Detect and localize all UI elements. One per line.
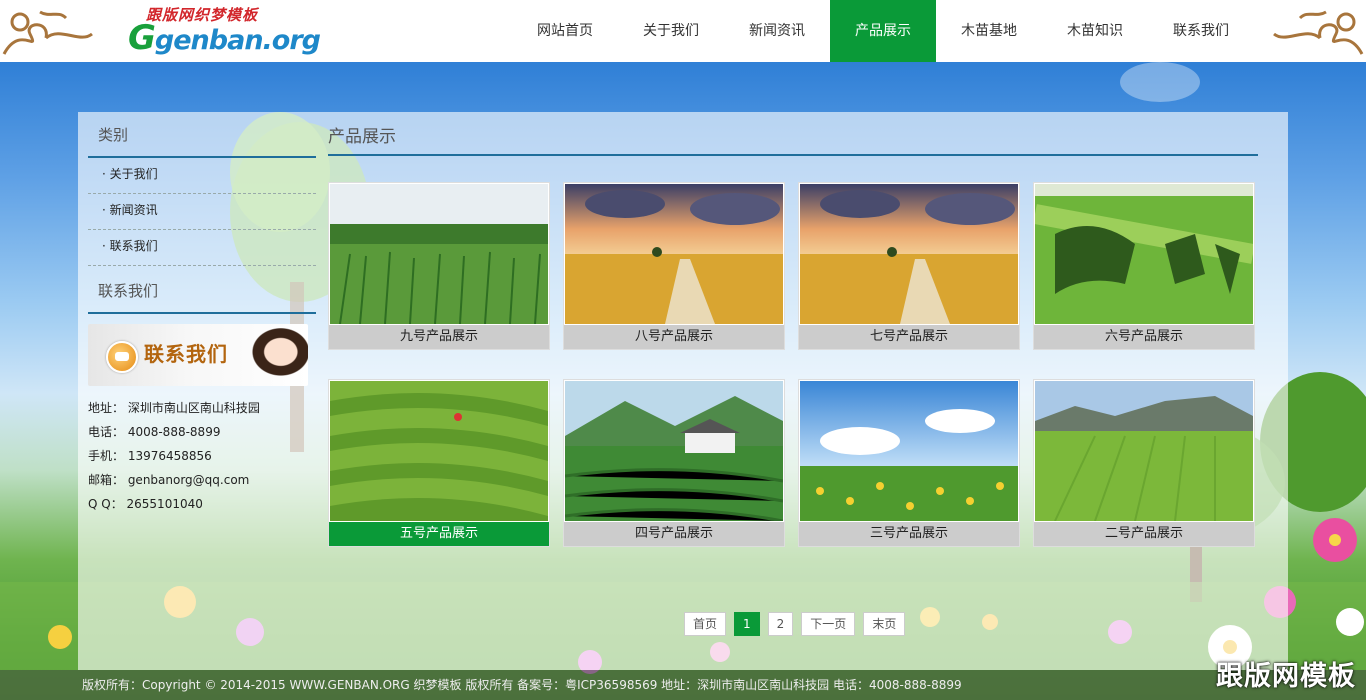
main-nav: 网站首页 关于我们 新闻资讯 产品展示 木苗基地 木苗知识 联系我们 [512, 0, 1254, 62]
content-title: 产品展示 [328, 112, 1258, 156]
content-area: 产品展示 九号产品展示 八号产品展示 七号产品展示 六号产品展示 五号产品展示 … [328, 112, 1258, 547]
product-card[interactable]: 五号产品展示 [328, 379, 550, 547]
contact-phone: 电话： 4008-888-8899 [88, 425, 221, 439]
nav-item-products[interactable]: 产品展示 [830, 0, 936, 62]
pager-next-button[interactable]: 下一页 [801, 612, 856, 636]
product-caption: 六号产品展示 [1034, 325, 1254, 349]
contact-email: 邮箱： genbanorg@qq.com [88, 473, 250, 487]
pagination: 首页 1 2 下一页 末页 [684, 612, 913, 636]
pager-page-1[interactable]: 1 [734, 612, 760, 636]
category-list: 关于我们 新闻资讯 联系我们 [88, 158, 316, 266]
product-caption: 七号产品展示 [799, 325, 1019, 349]
watermark-text: 跟版网模板 [1216, 661, 1356, 692]
product-image [800, 184, 1018, 324]
nav-item-about[interactable]: 关于我们 [618, 0, 724, 62]
site-footer: 版权所有：Copyright © 2014-2015 WWW.GENBAN.OR… [0, 670, 1366, 700]
product-image [330, 184, 548, 324]
nav-item-knowledge[interactable]: 木苗知识 [1042, 0, 1148, 62]
main-panel: 类别 关于我们 新闻资讯 联系我们 联系我们 联系我们 地址： 深圳市南山区南山… [78, 112, 1288, 670]
category-item-contact[interactable]: 联系我们 [88, 230, 316, 266]
support-agent-image [240, 324, 308, 386]
product-image [800, 381, 1018, 521]
product-caption: 九号产品展示 [329, 325, 549, 349]
nav-item-home[interactable]: 网站首页 [512, 0, 618, 62]
contact-title: 联系我们 [88, 268, 316, 314]
product-image [1035, 381, 1253, 521]
site-logo[interactable]: 跟版网织梦模板 Ggenban.org [128, 4, 321, 58]
product-card[interactable]: 二号产品展示 [1033, 379, 1255, 547]
product-image [565, 381, 783, 521]
product-caption: 八号产品展示 [564, 325, 784, 349]
product-caption: 二号产品展示 [1034, 522, 1254, 546]
contact-address: 地址： 深圳市南山区南山科技园 [88, 401, 260, 415]
contact-mobile: 手机： 13976458856 [88, 449, 212, 463]
product-card[interactable]: 八号产品展示 [563, 182, 785, 350]
product-image [565, 184, 783, 324]
contact-qq: Q Q： 2655101040 [88, 497, 203, 511]
category-item-about[interactable]: 关于我们 [88, 158, 316, 194]
product-image [1035, 184, 1253, 324]
nav-item-contact[interactable]: 联系我们 [1148, 0, 1254, 62]
pager-last-button[interactable]: 末页 [863, 612, 906, 636]
product-card[interactable]: 七号产品展示 [798, 182, 1020, 350]
product-caption: 四号产品展示 [564, 522, 784, 546]
product-card[interactable]: 六号产品展示 [1033, 182, 1255, 350]
decorative-ornament-icon [1273, 10, 1364, 55]
contact-banner: 联系我们 [88, 324, 308, 386]
site-header: 跟版网织梦模板 Ggenban.org 网站首页 关于我们 新闻资讯 产品展示 … [0, 0, 1366, 62]
product-card[interactable]: 四号产品展示 [563, 379, 785, 547]
pager-page-2[interactable]: 2 [767, 612, 794, 636]
product-card[interactable]: 三号产品展示 [798, 379, 1020, 547]
nav-item-base[interactable]: 木苗基地 [936, 0, 1042, 62]
product-caption: 三号产品展示 [799, 522, 1019, 546]
decorative-ornament-icon [2, 10, 93, 55]
phone-icon [106, 341, 138, 373]
contact-banner-text: 联系我们 [144, 342, 228, 366]
contact-info: 地址： 深圳市南山区南山科技园 电话： 4008-888-8899 手机： 13… [88, 396, 316, 516]
product-card[interactable]: 九号产品展示 [328, 182, 550, 350]
logo-english-text: Ggenban.org [128, 18, 321, 58]
footer-copyright: 版权所有：Copyright © 2014-2015 WWW.GENBAN.OR… [82, 678, 962, 692]
category-title: 类别 [88, 112, 316, 158]
product-image [330, 381, 548, 521]
product-caption: 五号产品展示 [329, 522, 549, 546]
category-item-news[interactable]: 新闻资讯 [88, 194, 316, 230]
pager-first-button[interactable]: 首页 [684, 612, 727, 636]
sidebar: 类别 关于我们 新闻资讯 联系我们 联系我们 联系我们 地址： 深圳市南山区南山… [88, 112, 316, 516]
nav-item-news[interactable]: 新闻资讯 [724, 0, 830, 62]
